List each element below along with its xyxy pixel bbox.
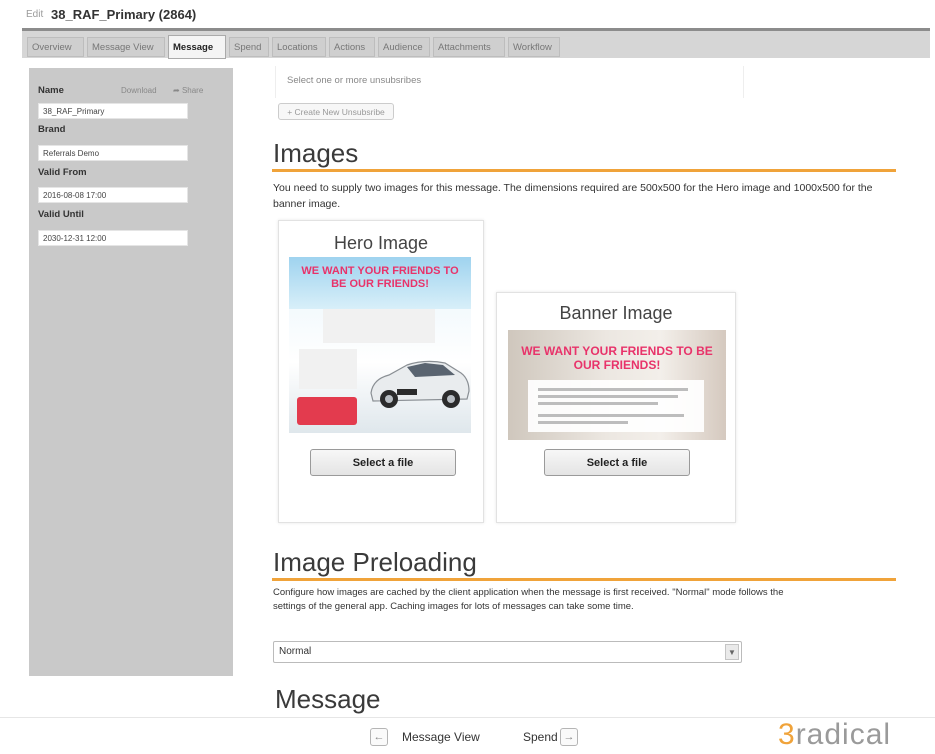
preloading-divider xyxy=(272,578,896,581)
preloading-heading: Image Preloading xyxy=(273,547,477,577)
gift-box-picture xyxy=(297,397,357,425)
unsubscribe-hint: Select one or more unsubsribes xyxy=(287,75,422,86)
valid-until-field[interactable]: 2030-12-31 12:00 xyxy=(38,230,188,246)
tab-bar: Overview Message View Message Spend Loca… xyxy=(22,28,930,59)
page-title: 38_RAF_Primary (2864) xyxy=(51,7,197,22)
tab-message-view[interactable]: Message View xyxy=(87,37,165,57)
hero-image-preview: WE WANT YOUR FRIENDS TO BE OUR FRIENDS! xyxy=(289,257,471,433)
car-picture xyxy=(370,360,470,408)
preloading-description: Configure how images are cached by the c… xyxy=(273,587,784,612)
valid-from-field[interactable]: 2016-08-08 17:00 xyxy=(38,187,188,203)
banner-select-file-button[interactable]: Select a file xyxy=(544,449,690,476)
3radical-logo: 3radical xyxy=(778,718,892,751)
images-divider xyxy=(272,169,896,172)
download-link[interactable]: Download xyxy=(121,86,157,95)
tab-overview[interactable]: Overview xyxy=(27,37,84,57)
preloading-select-value: Normal xyxy=(279,646,312,657)
images-description: You need to supply two images for this m… xyxy=(273,182,873,210)
hero-slogan: WE WANT YOUR FRIENDS TO BE OUR FRIENDS! xyxy=(301,265,459,290)
edit-link[interactable]: Edit xyxy=(26,9,43,20)
breadcrumb: Edit 38_RAF_Primary (2864) xyxy=(0,0,935,28)
create-unsubscribe-button[interactable]: + Create New Unsubsribe xyxy=(278,103,394,120)
hero-image-title: Hero Image xyxy=(333,233,429,253)
valid-until-label: Valid Until xyxy=(38,209,84,220)
share-link[interactable]: ➦ Share xyxy=(173,86,203,95)
banner-image-title: Banner Image xyxy=(559,303,673,323)
banner-text-block xyxy=(528,380,704,432)
footer-nav: ← Message View Spend → 3radical xyxy=(0,717,935,754)
tab-attachments[interactable]: Attachments xyxy=(433,37,505,57)
banner-image-preview: WE WANT YOUR FRIENDS TO BE OUR FRIENDS! xyxy=(508,330,726,440)
images-heading: Images xyxy=(273,138,359,168)
tab-actions[interactable]: Actions xyxy=(329,37,375,57)
banner-slogan: WE WANT YOUR FRIENDS TO BE OUR FRIENDS! xyxy=(521,344,713,372)
name-label: Name xyxy=(38,85,64,96)
chevron-down-icon[interactable]: ▼ xyxy=(725,644,739,660)
tab-message[interactable]: Message xyxy=(168,35,226,59)
tab-locations[interactable]: Locations xyxy=(272,37,326,57)
tab-spend[interactable]: Spend xyxy=(229,37,269,57)
preloading-select[interactable]: Normal ▼ xyxy=(273,641,742,663)
next-arrow-icon[interactable]: → xyxy=(560,728,578,746)
valid-from-label: Valid From xyxy=(38,167,87,178)
share-icon: ➦ xyxy=(173,86,180,95)
tab-audience[interactable]: Audience xyxy=(378,37,430,57)
brand-label: Brand xyxy=(38,124,66,135)
brand-field[interactable]: Referrals Demo xyxy=(38,145,188,161)
tab-workflow[interactable]: Workflow xyxy=(508,37,560,57)
previous-page-link[interactable]: Message View xyxy=(402,730,480,744)
name-field[interactable]: 38_RAF_Primary xyxy=(38,103,188,119)
hero-select-file-button[interactable]: Select a file xyxy=(310,449,456,476)
details-sidebar: Name Download ➦ Share 38_RAF_Primary Bra… xyxy=(29,68,233,676)
previous-arrow-icon[interactable]: ← xyxy=(370,728,388,746)
message-heading: Message xyxy=(275,684,381,714)
hero-offer-block xyxy=(299,349,357,389)
share-label: Share xyxy=(181,86,204,95)
next-page-link[interactable]: Spend xyxy=(523,730,558,744)
hero-text-block xyxy=(323,309,435,343)
